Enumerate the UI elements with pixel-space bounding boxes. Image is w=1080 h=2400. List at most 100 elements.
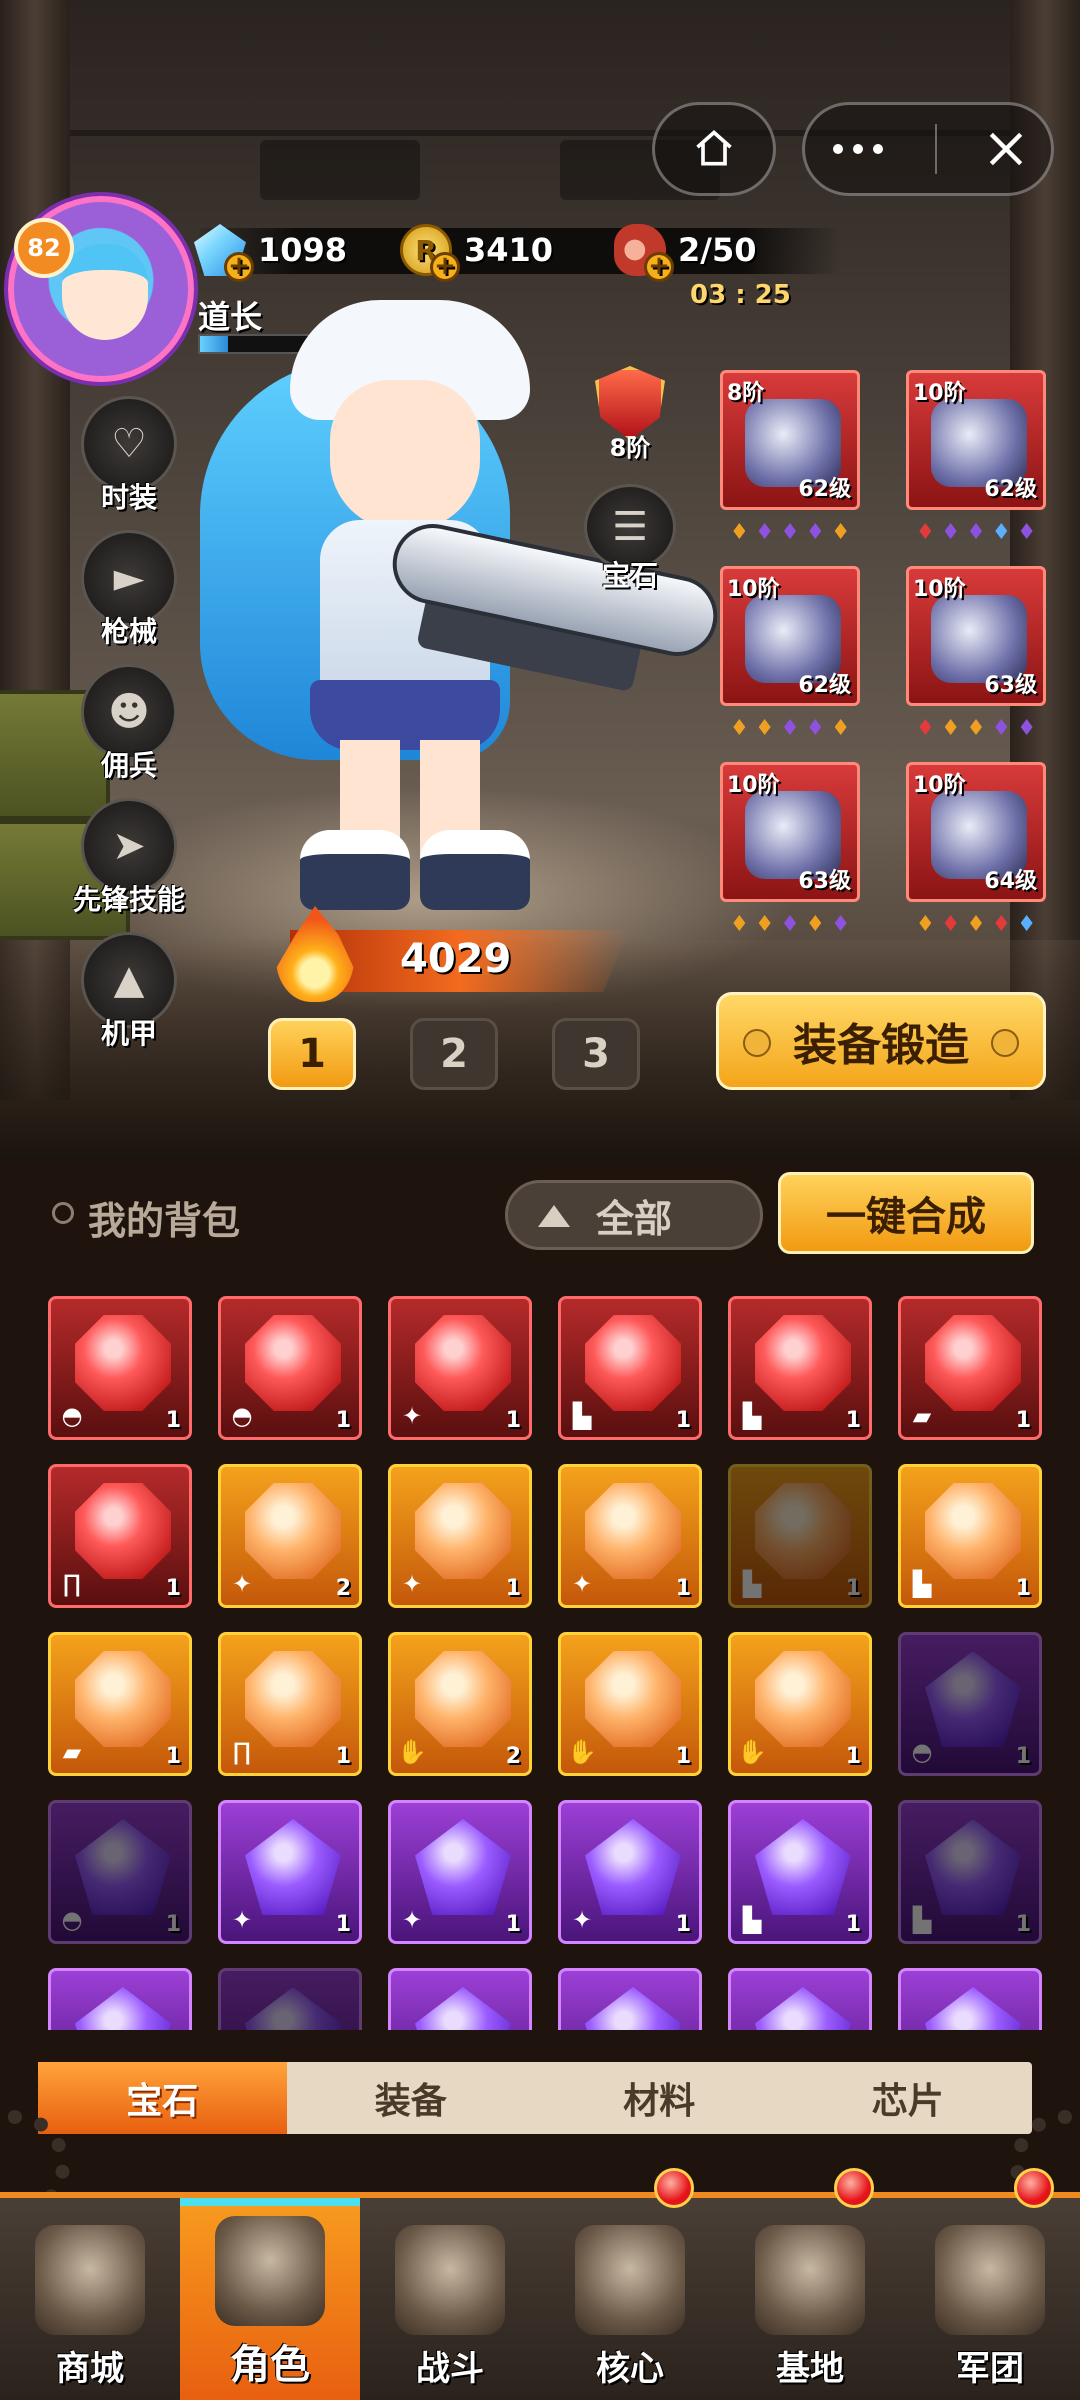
- backpack-gem-item[interactable]: ▰ 1: [48, 1632, 192, 1776]
- gem-icon: [245, 1651, 341, 1747]
- backpack-gem-item[interactable]: ✦ 1: [388, 1464, 532, 1608]
- equipment-slot[interactable]: 8阶 62级: [720, 370, 860, 510]
- backpack-gem-item[interactable]: ▙ 1: [728, 1296, 872, 1440]
- backpack-gem-item[interactable]: ✦ 1: [558, 1800, 702, 1944]
- backpack-gem-item[interactable]: [728, 1968, 872, 2030]
- equipment-forge-button[interactable]: 装备锻造: [716, 992, 1046, 1090]
- equipment-level: 64级: [984, 869, 1037, 894]
- equipment-slot[interactable]: 10阶 63级: [720, 762, 860, 902]
- loadout-tab-1[interactable]: 1: [268, 1018, 356, 1090]
- backpack-filter-select[interactable]: 全部: [505, 1180, 763, 1250]
- outfit-button[interactable]: ♡ 时装: [74, 396, 184, 526]
- backpack-gem-item[interactable]: ◓ 1: [218, 1296, 362, 1440]
- backpack-gem-item[interactable]: ◓ 1: [48, 1296, 192, 1440]
- equipment-slot[interactable]: 10阶 64级: [906, 762, 1046, 902]
- nav-legion[interactable]: 军团: [900, 2168, 1080, 2400]
- coin-currency[interactable]: R + 3410: [400, 222, 553, 282]
- backpack-gem-item[interactable]: ✦ 1: [388, 1800, 532, 1944]
- gem-icon: [415, 1987, 511, 2030]
- mecha-button[interactable]: ▲ 机甲: [74, 932, 184, 1062]
- equipment-slot-icon: ▙: [742, 1906, 762, 1934]
- equipment-slot[interactable]: 10阶 63级: [906, 566, 1046, 706]
- equipment-slot-icon: ✦: [571, 1570, 593, 1598]
- gem-slot-dot: [995, 523, 1008, 539]
- rank-badge[interactable]: 8阶: [590, 366, 670, 462]
- backpack-gem-item[interactable]: [388, 1968, 532, 2030]
- vanguard-skill-button[interactable]: ➤ 先锋技能: [64, 798, 194, 928]
- home-button[interactable]: [652, 102, 776, 196]
- gem-icon: [75, 1315, 171, 1411]
- backpack-gem-item[interactable]: ✋ 1: [728, 1632, 872, 1776]
- backpack-gem-item[interactable]: ✦ 1: [558, 1464, 702, 1608]
- backpack-gem-item[interactable]: ▙ 1: [898, 1800, 1042, 1944]
- loadout-tab-3[interactable]: 3: [552, 1018, 640, 1090]
- gem-icon: [925, 1651, 1021, 1747]
- item-count: 1: [505, 1576, 521, 1601]
- nav-base[interactable]: 基地: [720, 2168, 900, 2400]
- more-dots-icon[interactable]: [828, 139, 888, 159]
- gem-button[interactable]: ☰ 宝石: [582, 484, 678, 594]
- nav-character[interactable]: 角色: [180, 2198, 360, 2400]
- gem-icon: [925, 1819, 1021, 1915]
- item-count: 1: [675, 1576, 691, 1601]
- tab-materials[interactable]: 材料: [535, 2062, 784, 2134]
- backpack-gem-item[interactable]: ▙ 1: [898, 1464, 1042, 1608]
- equipment-level: 62级: [798, 477, 851, 502]
- backpack-gem-item[interactable]: [558, 1968, 702, 2030]
- character-icon: [215, 2216, 325, 2326]
- item-count: 1: [675, 1408, 691, 1433]
- backpack-gem-item[interactable]: ▙ 1: [728, 1464, 872, 1608]
- notification-dot-icon: [834, 2168, 874, 2208]
- category-tabs: 宝石 装备 材料 芯片: [38, 2062, 1032, 2134]
- add-stamina-icon[interactable]: +: [644, 252, 674, 282]
- tab-equipment[interactable]: 装备: [287, 2062, 536, 2134]
- backpack-gem-item[interactable]: ✋ 2: [388, 1632, 532, 1776]
- backpack-gem-item[interactable]: [898, 1968, 1042, 2030]
- one-click-merge-button[interactable]: 一键合成: [778, 1172, 1034, 1254]
- equipment-gem-slots: [906, 712, 1046, 742]
- equipment-slot-icon: ◓: [61, 1906, 83, 1934]
- gem-slot-dot: [969, 915, 982, 931]
- backpack-gem-item[interactable]: ▰ 1: [898, 1296, 1042, 1440]
- gem-slot-dot: [995, 915, 1008, 931]
- backpack-gem-item[interactable]: ▙ 1: [728, 1800, 872, 1944]
- backpack-gem-item[interactable]: ✋ 1: [558, 1632, 702, 1776]
- rank-label: 8阶: [609, 434, 651, 462]
- combat-power-value: 4029: [400, 936, 512, 982]
- nav-base-label: 基地: [776, 2349, 844, 2389]
- add-coins-icon[interactable]: +: [430, 252, 460, 282]
- tab-chips[interactable]: 芯片: [784, 2062, 1033, 2134]
- screw-icon: [991, 1029, 1019, 1057]
- equipment-slot-icon: ◓: [231, 1402, 253, 1430]
- backpack-gem-item[interactable]: ▙ 1: [558, 1296, 702, 1440]
- equipment-slot[interactable]: 10阶 62级: [906, 370, 1046, 510]
- close-icon[interactable]: [984, 127, 1028, 171]
- backpack-gem-item[interactable]: ∏ 1: [218, 1632, 362, 1776]
- filter-value: 全部: [595, 1196, 672, 1241]
- backpack-gem-item[interactable]: ◓ 1: [48, 1800, 192, 1944]
- backpack-gem-item[interactable]: [48, 1968, 192, 2030]
- equipment-slot[interactable]: 10阶 62级: [720, 566, 860, 706]
- tab-gems[interactable]: 宝石: [38, 2062, 287, 2134]
- gem-icon: [755, 1987, 851, 2030]
- backpack-gem-item[interactable]: [218, 1968, 362, 2030]
- gem-slot-dot: [783, 523, 796, 539]
- stamina-currency[interactable]: + 2/50: [614, 222, 756, 282]
- gem-currency[interactable]: + 1098: [194, 222, 347, 282]
- backpack-gem-item[interactable]: ◓ 1: [898, 1632, 1042, 1776]
- add-gems-icon[interactable]: +: [224, 252, 254, 282]
- nav-battle[interactable]: 战斗: [360, 2198, 540, 2400]
- gem-icon: [75, 1819, 171, 1915]
- character-face: [330, 380, 480, 530]
- nav-shop[interactable]: 商城: [0, 2198, 180, 2400]
- firearms-button[interactable]: ► 枪械: [74, 530, 184, 660]
- backpack-gem-item[interactable]: ✦ 1: [218, 1800, 362, 1944]
- equipment-slot-icon: ▙: [742, 1570, 762, 1598]
- mercenary-button[interactable]: ☻ 佣兵: [74, 664, 184, 794]
- loadout-tab-2[interactable]: 2: [410, 1018, 498, 1090]
- backpack-gem-item[interactable]: ✦ 1: [388, 1296, 532, 1440]
- nav-core[interactable]: 核心: [540, 2168, 720, 2400]
- backpack-gem-item[interactable]: ∏ 1: [48, 1464, 192, 1608]
- item-count: 1: [845, 1408, 861, 1433]
- backpack-gem-item[interactable]: ✦ 2: [218, 1464, 362, 1608]
